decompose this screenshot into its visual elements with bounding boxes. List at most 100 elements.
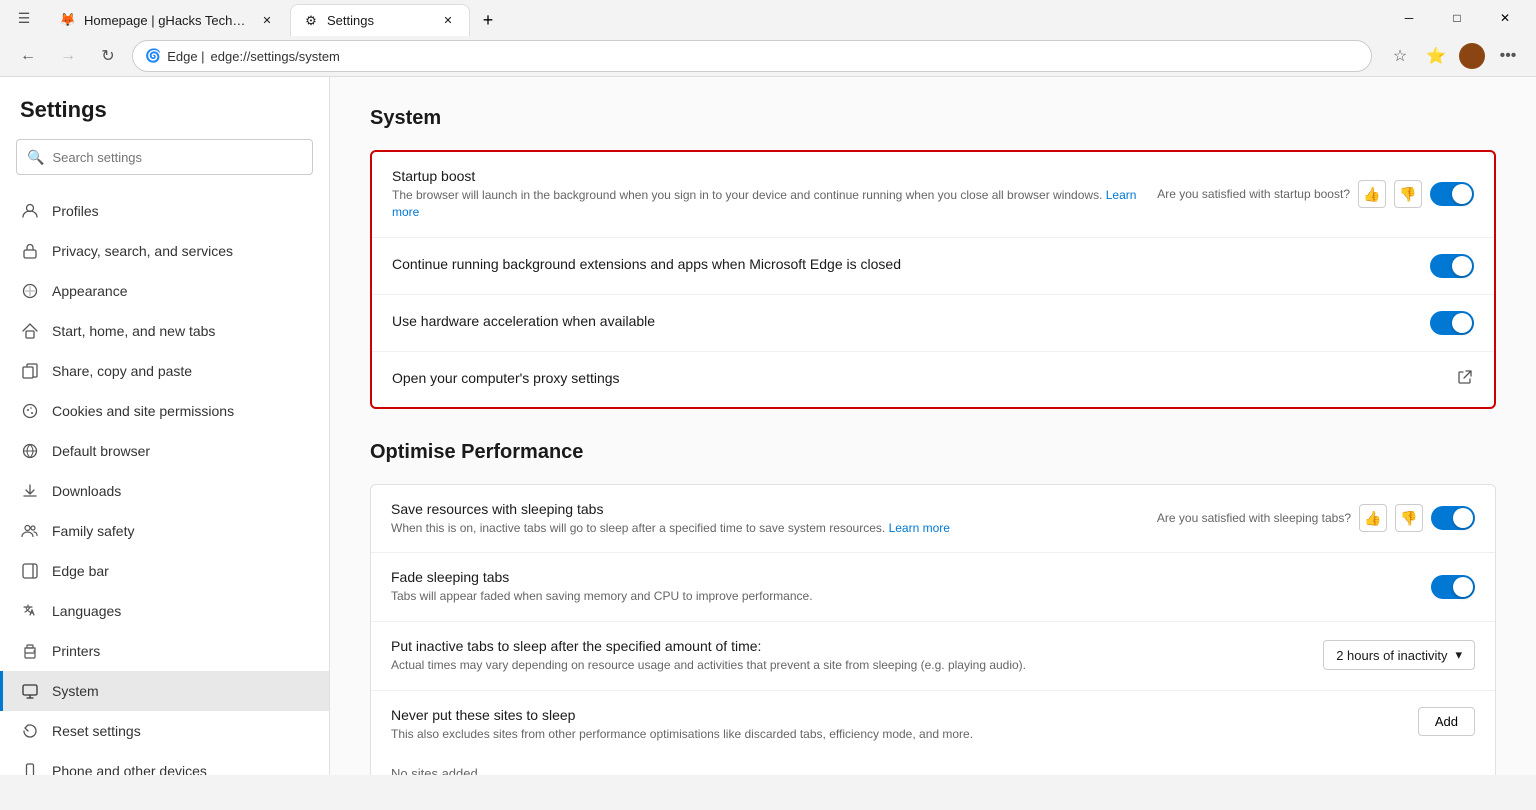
system-section-title: System	[370, 107, 1496, 130]
background-extensions-title: Continue running background extensions a…	[392, 256, 1418, 272]
collections-btn[interactable]: ⭐	[1420, 40, 1452, 72]
startup-boost-toggle[interactable]	[1430, 182, 1474, 206]
sidebar-item-downloads[interactable]: Downloads	[0, 471, 329, 511]
fade-sleeping-tabs-right	[1431, 575, 1475, 599]
sidebar-item-label: Edge bar	[52, 563, 109, 579]
sidebar-item-phone-devices[interactable]: Phone and other devices	[0, 751, 329, 775]
url-text: Edge |	[167, 49, 204, 64]
thumbs-down-btn[interactable]: 👎	[1394, 180, 1422, 208]
family-safety-icon	[20, 521, 40, 541]
proxy-settings-right	[1456, 368, 1474, 391]
sleeping-tabs-thumbs-up[interactable]: 👍	[1359, 504, 1387, 532]
hardware-acceleration-toggle[interactable]	[1430, 311, 1474, 335]
proxy-settings-info: Open your computer's proxy settings	[392, 370, 1444, 389]
sidebar-item-appearance[interactable]: Appearance	[0, 271, 329, 311]
sidebar-item-label: Downloads	[52, 483, 121, 499]
background-extensions-toggle[interactable]	[1430, 254, 1474, 278]
sleeping-tabs-knob	[1453, 508, 1473, 528]
never-sleep-title: Never put these sites to sleep	[391, 707, 1418, 723]
fade-sleeping-tabs-info: Fade sleeping tabs Tabs will appear fade…	[391, 569, 1419, 605]
external-link-icon[interactable]	[1456, 368, 1474, 391]
tabs-bar: 🦊 Homepage | gHacks Technology ✕ ⚙ Setti…	[40, 0, 1386, 36]
sidebar-item-printers[interactable]: Printers	[0, 631, 329, 671]
default-browser-icon	[20, 441, 40, 461]
sidebar-item-label: System	[52, 683, 99, 699]
sidebar-item-privacy[interactable]: Privacy, search, and services	[0, 231, 329, 271]
url-bar[interactable]: 🌀 Edge | edge://settings/system	[132, 40, 1372, 72]
sidebar-toggle-btn[interactable]: ☰	[8, 2, 40, 34]
sidebar-item-profiles[interactable]: Profiles	[0, 191, 329, 231]
hardware-acceleration-title: Use hardware acceleration when available	[392, 313, 1418, 329]
startup-boost-desc: The browser will launch in the backgroun…	[392, 187, 1145, 221]
more-menu-btn[interactable]: •••	[1492, 40, 1524, 72]
tab-close-settings[interactable]: ✕	[439, 12, 457, 30]
content-area: System Startup boost The browser will la…	[330, 77, 1536, 775]
sleeping-tabs-learn-more[interactable]: Learn more	[889, 521, 950, 535]
sidebar-item-languages[interactable]: Languages	[0, 591, 329, 631]
sidebar-item-share-copy[interactable]: Share, copy and paste	[0, 351, 329, 391]
startup-boost-row: Startup boost The browser will launch in…	[372, 152, 1494, 238]
sidebar-item-label: Phone and other devices	[52, 763, 207, 775]
sidebar-item-start-home[interactable]: Start, home, and new tabs	[0, 311, 329, 351]
tab-close-ghacks[interactable]: ✕	[258, 11, 276, 29]
close-button[interactable]: ✕	[1482, 0, 1528, 36]
never-sleep-desc: This also excludes sites from other perf…	[391, 726, 1418, 743]
main-layout: Settings 🔍 Profiles Privacy, search, and…	[0, 77, 1536, 775]
fade-sleeping-tabs-knob	[1453, 577, 1473, 597]
add-site-button[interactable]: Add	[1418, 707, 1475, 736]
thumbs-up-btn[interactable]: 👍	[1358, 180, 1386, 208]
forward-button[interactable]: →	[52, 40, 84, 72]
fade-sleeping-tabs-toggle[interactable]	[1431, 575, 1475, 599]
sleeping-tabs-feedback-text: Are you satisfied with sleeping tabs?	[1157, 511, 1351, 525]
favorites-star-btn[interactable]: ☆	[1384, 40, 1416, 72]
sidebar-item-label: Printers	[52, 643, 100, 659]
sidebar-item-edge-bar[interactable]: Edge bar	[0, 551, 329, 591]
sleeping-tabs-row: Save resources with sleeping tabs When t…	[371, 485, 1495, 554]
sidebar-item-cookies[interactable]: Cookies and site permissions	[0, 391, 329, 431]
inactive-tabs-desc: Actual times may vary depending on resou…	[391, 657, 1311, 674]
new-tab-button[interactable]: +	[472, 4, 504, 36]
dropdown-chevron-icon: ▾	[1455, 647, 1462, 663]
startup-boost-right: Are you satisfied with startup boost? 👍 …	[1157, 180, 1474, 208]
tab-favicon-settings: ⚙	[303, 13, 319, 29]
start-home-icon	[20, 321, 40, 341]
performance-section: Optimise Performance Save resources with…	[370, 441, 1496, 775]
startup-boost-feedback-text: Are you satisfied with startup boost?	[1157, 187, 1350, 201]
refresh-button[interactable]: ↻	[92, 40, 124, 72]
fade-sleeping-tabs-desc: Tabs will appear faded when saving memor…	[391, 588, 1419, 605]
sidebar-item-label: Languages	[52, 603, 121, 619]
inactive-tabs-right: 2 hours of inactivity ▾	[1323, 640, 1475, 670]
sidebar-item-default-browser[interactable]: Default browser	[0, 431, 329, 471]
profiles-icon	[20, 201, 40, 221]
sidebar: Settings 🔍 Profiles Privacy, search, and…	[0, 77, 330, 775]
sleeping-tabs-toggle[interactable]	[1431, 506, 1475, 530]
sidebar-item-label: Share, copy and paste	[52, 363, 192, 379]
search-box[interactable]: 🔍	[16, 139, 313, 175]
hardware-acceleration-row: Use hardware acceleration when available	[372, 295, 1494, 352]
maximize-button[interactable]: □	[1434, 0, 1480, 36]
inactive-tabs-info: Put inactive tabs to sleep after the spe…	[391, 638, 1311, 674]
fade-sleeping-tabs-title: Fade sleeping tabs	[391, 569, 1419, 585]
no-sites-label: No sites added	[391, 762, 478, 775]
never-sleep-header: Never put these sites to sleep This also…	[391, 707, 1475, 743]
tab-ghacks[interactable]: 🦊 Homepage | gHacks Technology ✕	[48, 4, 288, 36]
sleeping-tabs-right: Are you satisfied with sleeping tabs? 👍 …	[1157, 504, 1475, 532]
back-button[interactable]: ←	[12, 40, 44, 72]
sidebar-item-label: Cookies and site permissions	[52, 403, 234, 419]
inactivity-dropdown[interactable]: 2 hours of inactivity ▾	[1323, 640, 1475, 670]
sleeping-tabs-desc: When this is on, inactive tabs will go t…	[391, 520, 1145, 537]
sidebar-item-family-safety[interactable]: Family safety	[0, 511, 329, 551]
browser-chrome: ☰ 🦊 Homepage | gHacks Technology ✕ ⚙ Set…	[0, 0, 1536, 77]
minimize-button[interactable]: ─	[1386, 0, 1432, 36]
sidebar-item-system[interactable]: System	[0, 671, 329, 711]
edge-bar-icon	[20, 561, 40, 581]
hardware-acceleration-right	[1430, 311, 1474, 335]
search-input[interactable]	[52, 150, 302, 165]
window-controls-left: ☰	[8, 2, 40, 34]
account-btn[interactable]	[1456, 40, 1488, 72]
privacy-icon	[20, 241, 40, 261]
tab-settings[interactable]: ⚙ Settings ✕	[290, 4, 470, 36]
sleeping-tabs-thumbs-down[interactable]: 👎	[1395, 504, 1423, 532]
sidebar-item-reset-settings[interactable]: Reset settings	[0, 711, 329, 751]
never-sleep-info: Never put these sites to sleep This also…	[391, 707, 1418, 743]
